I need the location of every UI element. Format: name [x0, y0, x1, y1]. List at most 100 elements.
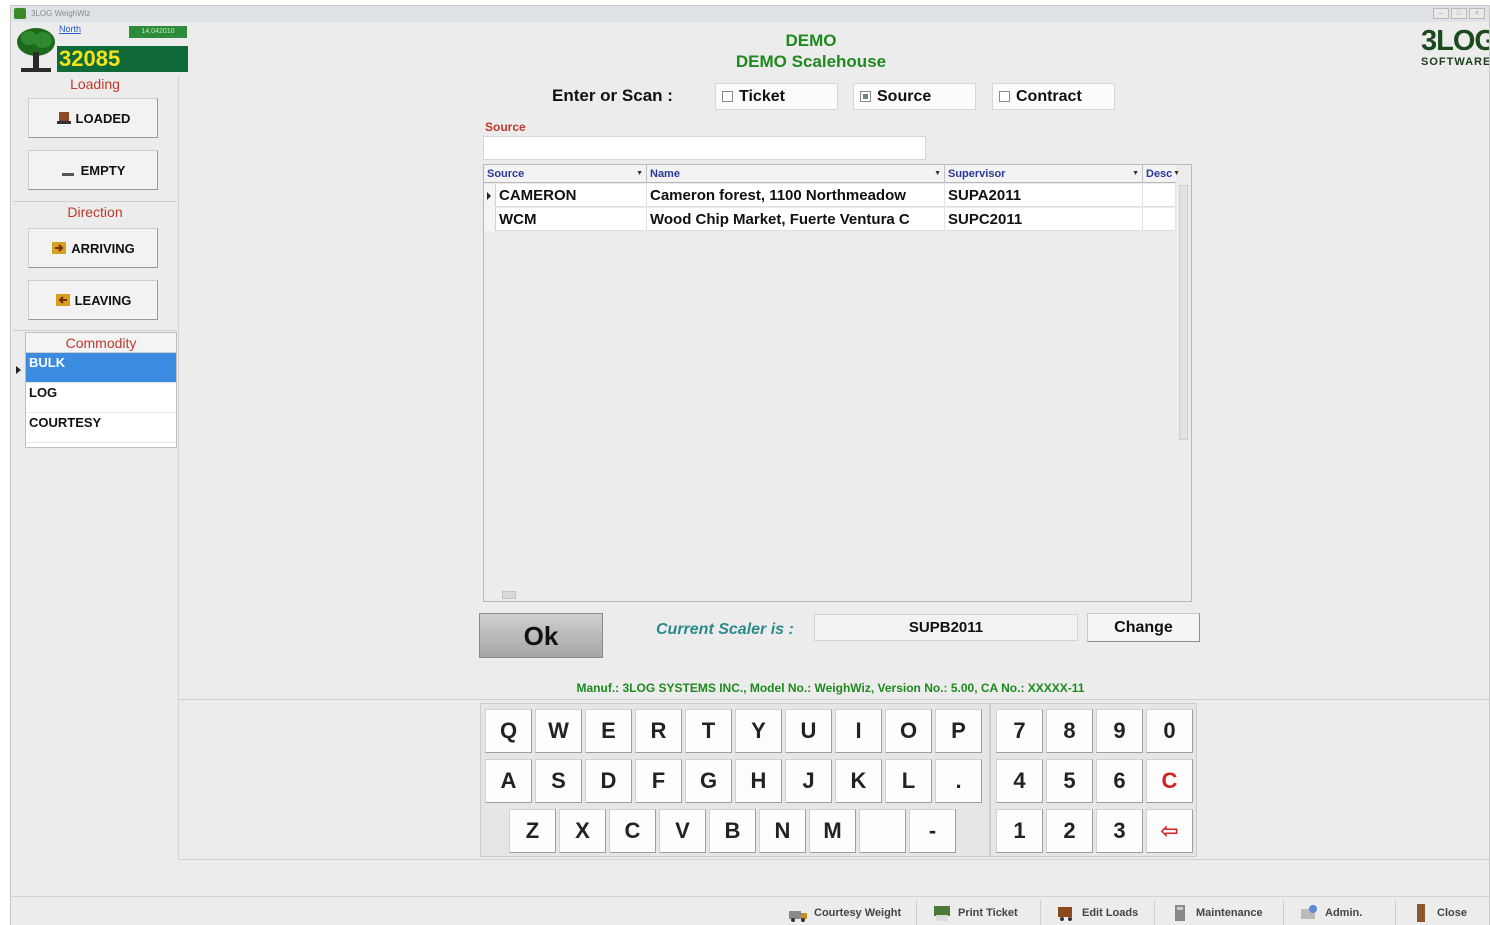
- sort-dropdown-icon[interactable]: ▼: [636, 165, 643, 183]
- key-l[interactable]: L: [885, 759, 932, 803]
- arriving-button-label: ARRIVING: [71, 240, 135, 256]
- close-button[interactable]: Close: [1395, 900, 1467, 925]
- key-v[interactable]: V: [659, 809, 706, 853]
- courtesy-weight-button[interactable]: Courtesy Weight: [773, 900, 901, 925]
- key-e[interactable]: E: [585, 709, 632, 753]
- sort-dropdown-icon[interactable]: ▼: [934, 165, 941, 183]
- clear-key[interactable]: C: [1146, 759, 1193, 803]
- key-b[interactable]: B: [709, 809, 756, 853]
- horizontal-scrollbar[interactable]: [486, 590, 1176, 600]
- key-period[interactable]: .: [935, 759, 982, 803]
- key-j[interactable]: J: [785, 759, 832, 803]
- close-door-icon: [1417, 904, 1425, 922]
- maintenance-label: Maintenance: [1196, 907, 1263, 919]
- key-1[interactable]: 1: [996, 809, 1043, 853]
- sort-dropdown-icon[interactable]: ▼: [1173, 165, 1180, 183]
- key-t[interactable]: T: [685, 709, 732, 753]
- column-header-desc[interactable]: Desc ▼: [1143, 165, 1183, 183]
- table-row[interactable]: WCM Wood Chip Market, Fuerte Ventura C S…: [484, 208, 1176, 231]
- commodity-item-bulk[interactable]: BULK: [26, 353, 176, 383]
- key-2[interactable]: 2: [1046, 809, 1093, 853]
- commodity-item-courtesy[interactable]: COURTESY: [26, 413, 176, 443]
- edit-loads-button[interactable]: Edit Loads: [1040, 900, 1138, 925]
- column-header-name-label: Name: [650, 168, 680, 180]
- commodity-item-log[interactable]: LOG: [26, 383, 176, 413]
- cell-supervisor: SUPC2011: [945, 208, 1143, 231]
- key-7[interactable]: 7: [996, 709, 1043, 753]
- key-i[interactable]: I: [835, 709, 882, 753]
- source-input[interactable]: [483, 136, 926, 160]
- key-p[interactable]: P: [935, 709, 982, 753]
- key-h[interactable]: H: [735, 759, 782, 803]
- key-c[interactable]: C: [609, 809, 656, 853]
- key-o[interactable]: O: [885, 709, 932, 753]
- close-icon[interactable]: ×: [1469, 8, 1485, 19]
- loaded-truck-icon: [56, 112, 71, 124]
- commodity-label: Commodity: [26, 333, 176, 353]
- courtesy-weight-label: Courtesy Weight: [814, 907, 902, 919]
- key-m[interactable]: M: [809, 809, 856, 853]
- cell-source: CAMERON: [496, 184, 647, 207]
- key-w[interactable]: W: [535, 709, 582, 753]
- key-9[interactable]: 9: [1096, 709, 1143, 753]
- key-3[interactable]: 3: [1096, 809, 1143, 853]
- key-0[interactable]: 0: [1146, 709, 1193, 753]
- contract-checkbox[interactable]: Contract: [992, 83, 1115, 110]
- table-row[interactable]: CAMERON Cameron forest, 1100 Northmeadow…: [484, 184, 1176, 207]
- ticket-checkbox[interactable]: Ticket: [715, 83, 838, 110]
- loaded-button[interactable]: LOADED: [28, 98, 158, 138]
- key-f[interactable]: F: [635, 759, 682, 803]
- vertical-scrollbar[interactable]: [1179, 185, 1188, 440]
- maintenance-button[interactable]: Maintenance: [1154, 900, 1263, 925]
- window-title: 3LOG WeighWiz: [31, 9, 91, 18]
- key-8[interactable]: 8: [1046, 709, 1093, 753]
- key-5[interactable]: 5: [1046, 759, 1093, 803]
- cell-source: WCM: [496, 208, 647, 231]
- print-ticket-button[interactable]: Print Ticket: [916, 900, 1018, 925]
- key-dash[interactable]: -: [909, 809, 956, 853]
- key-r[interactable]: R: [635, 709, 682, 753]
- north-link[interactable]: North: [59, 24, 81, 34]
- ticket-counter: 32085: [57, 46, 188, 72]
- key-x[interactable]: X: [559, 809, 606, 853]
- change-scaler-button[interactable]: Change: [1087, 613, 1200, 642]
- scroll-thumb[interactable]: [502, 591, 516, 599]
- maximize-icon[interactable]: □: [1451, 8, 1467, 19]
- sort-dropdown-icon[interactable]: ▼: [1132, 165, 1139, 183]
- minimize-icon[interactable]: –: [1433, 8, 1449, 19]
- key-q[interactable]: Q: [485, 709, 532, 753]
- column-header-name[interactable]: Name ▼: [647, 165, 945, 183]
- key-space[interactable]: [859, 809, 906, 853]
- current-scaler-label: Current Scaler is :: [656, 621, 794, 638]
- key-6[interactable]: 6: [1096, 759, 1143, 803]
- key-4[interactable]: 4: [996, 759, 1043, 803]
- arriving-button[interactable]: ARRIVING: [28, 228, 158, 268]
- key-z[interactable]: Z: [509, 809, 556, 853]
- courtesy-weight-icon: [789, 911, 807, 922]
- date-badge: 14.042010: [129, 26, 187, 38]
- key-d[interactable]: D: [585, 759, 632, 803]
- title-line-2: DEMO Scalehouse: [735, 52, 887, 71]
- leaving-button[interactable]: LEAVING: [28, 280, 158, 320]
- backspace-key-icon[interactable]: ⇦: [1146, 809, 1193, 853]
- column-header-source[interactable]: Source ▼: [484, 165, 647, 183]
- column-header-supervisor[interactable]: Supervisor ▼: [945, 165, 1143, 183]
- key-k[interactable]: K: [835, 759, 882, 803]
- admin-icon: [1301, 905, 1317, 919]
- key-n[interactable]: N: [759, 809, 806, 853]
- key-u[interactable]: U: [785, 709, 832, 753]
- current-row-indicator-icon: [16, 366, 21, 374]
- cell-desc: [1143, 208, 1176, 231]
- ok-button[interactable]: Ok: [479, 613, 603, 658]
- key-s[interactable]: S: [535, 759, 582, 803]
- key-g[interactable]: G: [685, 759, 732, 803]
- header: North 14.042010 32085 DEMO DEMO Scalehou…: [11, 22, 1489, 76]
- empty-button[interactable]: EMPTY: [28, 150, 158, 190]
- key-y[interactable]: Y: [735, 709, 782, 753]
- cell-name: Cameron forest, 1100 Northmeadow: [647, 184, 945, 207]
- source-checkbox[interactable]: Source: [853, 83, 976, 110]
- key-a[interactable]: A: [485, 759, 532, 803]
- admin-button[interactable]: Admin.: [1283, 900, 1362, 925]
- print-ticket-label: Print Ticket: [958, 907, 1018, 919]
- source-checkbox-label: Source: [877, 87, 932, 105]
